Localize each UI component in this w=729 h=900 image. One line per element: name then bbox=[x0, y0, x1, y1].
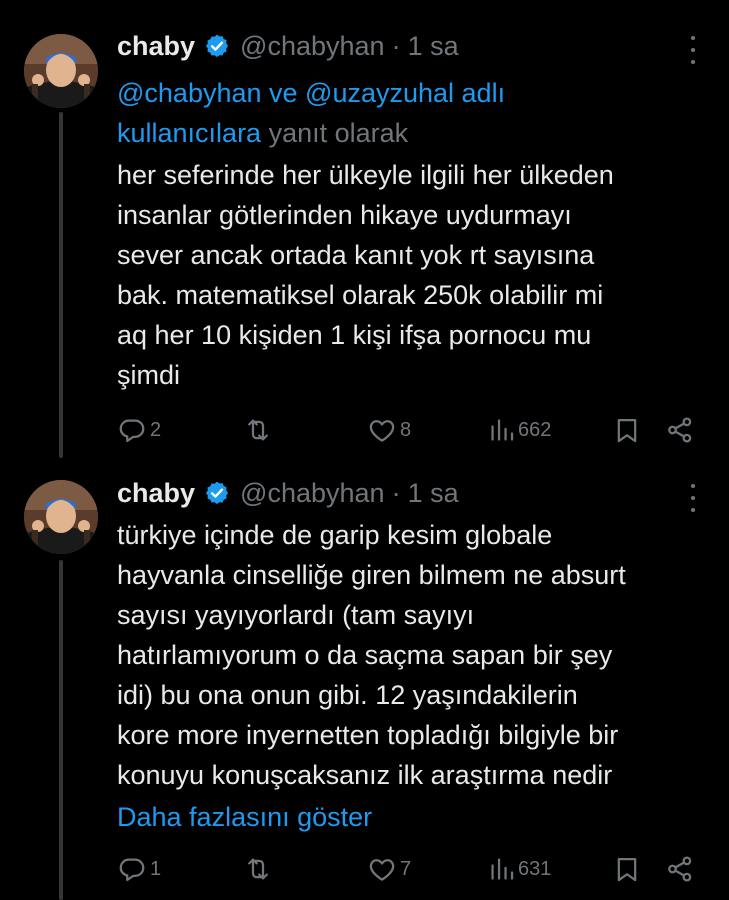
share-button[interactable] bbox=[665, 853, 695, 885]
tweet-text-line: hayvanla cinselliğe giren bilmem ne absu… bbox=[117, 560, 626, 590]
retweet-icon bbox=[248, 419, 268, 441]
tweet-text-line: şimdi bbox=[117, 360, 181, 390]
tweet-text-line: aq her 10 kişiden 1 kişi ifşa pornocu mu bbox=[117, 320, 592, 350]
verified-badge-icon[interactable] bbox=[204, 33, 230, 59]
mention-link[interactable]: @uzayzuhal adlı bbox=[305, 78, 505, 108]
tweet-actions: 1 7 631 bbox=[117, 853, 702, 885]
mention-link[interactable]: kullanıcılara bbox=[117, 118, 261, 148]
bookmark-button[interactable] bbox=[613, 853, 641, 885]
tweet-text-line: her seferinde her ülkeyle ilgili her ülk… bbox=[117, 160, 614, 190]
retweet-button[interactable] bbox=[243, 853, 276, 885]
mention-link[interactable]: @chabyhan bbox=[117, 78, 262, 108]
share-button[interactable] bbox=[665, 414, 695, 446]
heart-icon bbox=[369, 859, 395, 881]
handle[interactable]: @chabyhan bbox=[240, 31, 385, 62]
tweet-text-line: idi) bu ona onun gibi. 12 yaşındakilerin bbox=[117, 680, 578, 710]
bookmark-icon bbox=[617, 857, 637, 882]
avatar-image bbox=[24, 34, 98, 108]
reply-context: @chabyhan ve @uzayzuhal adlı kullanıcıla… bbox=[117, 73, 677, 153]
reply-count: 2 bbox=[150, 418, 162, 441]
like-button[interactable]: 8 bbox=[367, 414, 411, 446]
bookmark-button[interactable] bbox=[613, 414, 641, 446]
thread-line bbox=[59, 112, 63, 458]
reply-icon bbox=[119, 858, 145, 882]
tweet-actions: 2 8 662 bbox=[117, 414, 702, 446]
avatar-image bbox=[24, 480, 98, 554]
reply-suffix: yanıt olarak bbox=[261, 118, 409, 148]
views-chart-icon bbox=[491, 419, 514, 441]
share-icon bbox=[668, 417, 692, 443]
views-count: 662 bbox=[518, 418, 552, 441]
display-name[interactable]: chaby bbox=[117, 31, 195, 62]
timestamp[interactable]: 1 sa bbox=[408, 478, 459, 509]
reply-button[interactable]: 1 bbox=[117, 853, 161, 885]
show-more-link[interactable]: Daha fazlasını göster bbox=[117, 797, 372, 837]
views-count: 631 bbox=[518, 857, 552, 880]
reply-button[interactable]: 2 bbox=[117, 414, 161, 446]
views-button[interactable]: 662 bbox=[489, 414, 551, 446]
thread-line bbox=[59, 560, 63, 900]
like-count: 8 bbox=[400, 418, 412, 441]
tweet-header: chaby @chabyhan · 1 sa bbox=[117, 477, 459, 509]
reply-conjunction: ve bbox=[261, 78, 306, 108]
avatar[interactable] bbox=[24, 34, 98, 108]
more-options-icon[interactable] bbox=[687, 36, 699, 64]
tweet-text-line: türkiye içinde de garip kesim globale bbox=[117, 520, 553, 550]
bookmark-icon bbox=[617, 418, 637, 443]
reply-icon bbox=[119, 419, 145, 443]
avatar[interactable] bbox=[24, 480, 98, 554]
tweet-text-line: hatırlamıyorum o da saçma sapan bir şey bbox=[117, 640, 613, 670]
tweet-text-line: sayısı yayıyorlardı (tam sayıyı bbox=[117, 600, 475, 630]
display-name[interactable]: chaby bbox=[117, 478, 195, 509]
tweet-text-line: kore more inyernetten topladığı bilgiyle… bbox=[117, 720, 619, 750]
tweet-header: chaby @chabyhan · 1 sa bbox=[117, 30, 459, 62]
views-chart-icon bbox=[491, 858, 514, 880]
handle[interactable]: @chabyhan bbox=[240, 478, 385, 509]
share-icon bbox=[668, 856, 692, 882]
separator-dot: · bbox=[391, 477, 401, 508]
tweet-text: her seferinde her ülkeyle ilgili her ülk… bbox=[117, 155, 712, 395]
tweet-text-line: konuyu konuşcaksanız ilk araştırma nedir bbox=[117, 760, 613, 790]
tweet-text: türkiye içinde de garip kesim globale ha… bbox=[117, 515, 712, 795]
like-button[interactable]: 7 bbox=[367, 853, 411, 885]
retweet-icon bbox=[248, 858, 268, 880]
more-options-icon[interactable] bbox=[687, 484, 699, 512]
views-button[interactable]: 631 bbox=[489, 853, 551, 885]
reply-count: 1 bbox=[150, 857, 162, 880]
separator-dot: · bbox=[391, 30, 401, 61]
heart-icon bbox=[369, 420, 395, 442]
like-count: 7 bbox=[400, 857, 412, 880]
timestamp[interactable]: 1 sa bbox=[408, 31, 459, 62]
tweet-text-line: insanlar götlerinden hikaye uydurmayı bbox=[117, 200, 572, 230]
tweet-text-line: bak. matematiksel olarak 250k olabilir m… bbox=[117, 280, 604, 310]
retweet-button[interactable] bbox=[243, 414, 276, 446]
tweet-text-line: sever ancak ortada kanıt yok rt sayısına bbox=[117, 240, 595, 270]
verified-badge-icon[interactable] bbox=[204, 480, 230, 506]
